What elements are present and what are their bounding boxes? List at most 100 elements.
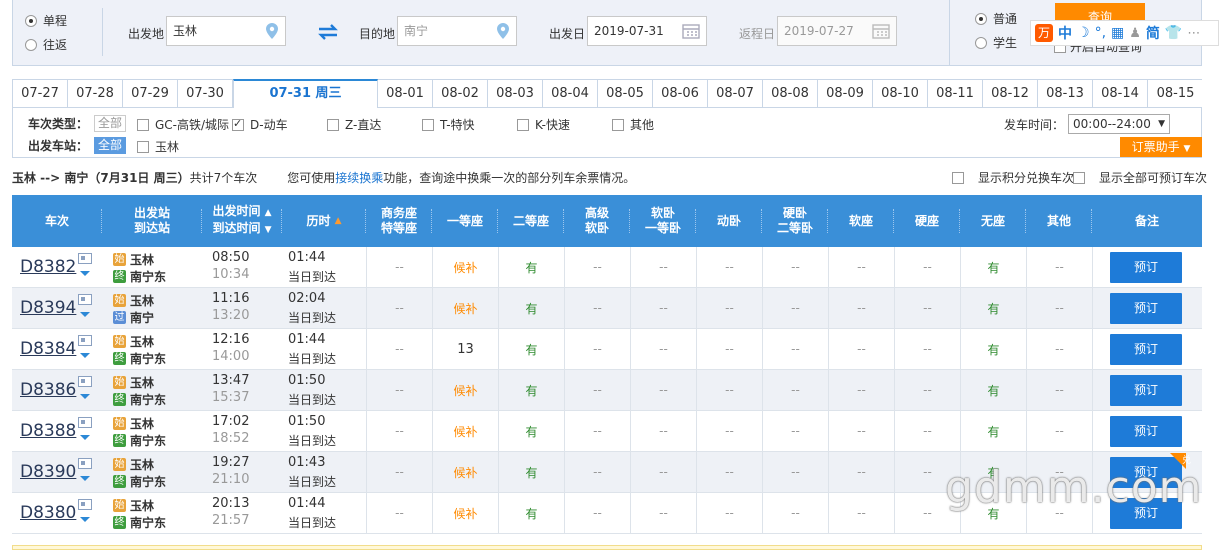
date-tab[interactable]: 08-05 [598, 80, 653, 107]
no-seat[interactable]: 有 [960, 247, 1026, 287]
first-class-seat[interactable]: 候补 [432, 247, 498, 287]
train-number-link[interactable]: D8390 [20, 462, 76, 482]
radio-dot[interactable] [25, 38, 37, 51]
train-info-icon[interactable] [78, 294, 92, 305]
train-number-link[interactable]: D8394 [20, 298, 76, 318]
checkbox[interactable] [517, 118, 529, 131]
radio-dot[interactable] [25, 14, 37, 27]
ime-user-icon[interactable]: ♟ [1129, 26, 1141, 41]
no-seat[interactable]: 有 [960, 411, 1026, 451]
second-class-seat[interactable]: 有 [498, 370, 564, 410]
second-class-seat[interactable]: 有 [498, 493, 564, 533]
date-tab[interactable]: 08-06 [653, 80, 708, 107]
ticket-student-radio[interactable]: 学生 [975, 34, 1017, 51]
second-class-seat[interactable]: 有 [498, 247, 564, 287]
date-tab[interactable]: 08-03 [488, 80, 543, 107]
ime-skin-icon[interactable]: 👕 [1165, 25, 1182, 41]
train-info-icon[interactable] [78, 499, 92, 510]
date-tab[interactable]: 07-30 [178, 80, 233, 107]
ticket-helper-button[interactable]: 订票助手 ▼ [1120, 137, 1202, 157]
expand-arrow-icon[interactable] [80, 517, 90, 522]
second-class-seat[interactable]: 有 [498, 411, 564, 451]
train-info-icon[interactable] [78, 335, 92, 346]
no-seat[interactable]: 有 [960, 288, 1026, 328]
return-date-input[interactable]: 2019-07-27 [777, 16, 897, 46]
ime-keyboard-icon[interactable]: ▦ [1111, 25, 1124, 41]
expand-arrow-icon[interactable] [80, 435, 90, 440]
ime-more-icon[interactable]: ⋯ [1187, 26, 1200, 41]
col-duration[interactable]: 历时 ▲ [282, 195, 366, 247]
date-tab[interactable]: 08-02 [433, 80, 488, 107]
date-tab[interactable]: 07-28 [68, 80, 123, 107]
first-class-seat[interactable]: 候补 [432, 411, 498, 451]
depart-time-select[interactable]: 00:00--24:00 [1068, 114, 1170, 134]
date-tab[interactable]: 08-13 [1038, 80, 1093, 107]
first-class-seat[interactable]: 候补 [432, 493, 498, 533]
second-class-seat[interactable]: 有 [498, 329, 564, 369]
ime-logo-icon[interactable]: 万 [1035, 24, 1053, 42]
depart-date-input[interactable]: 2019-07-31 [587, 16, 707, 46]
radio-dot[interactable] [975, 36, 987, 49]
checkbox[interactable] [137, 118, 149, 131]
filter-d[interactable]: D-动车 [232, 116, 288, 133]
book-button[interactable]: 预订 [1110, 375, 1182, 406]
calendar-icon[interactable] [682, 23, 700, 39]
train-type-all-button[interactable]: 全部 [94, 115, 127, 132]
date-tab[interactable]: 08-04 [543, 80, 598, 107]
train-number-link[interactable]: D8384 [20, 339, 76, 359]
checkbox[interactable] [612, 118, 624, 131]
sort-down-icon[interactable]: ▼ [265, 225, 272, 235]
filter-z[interactable]: Z-直达 [327, 116, 381, 133]
filter-t[interactable]: T-特快 [422, 116, 475, 133]
first-class-seat[interactable]: 13 [432, 329, 498, 369]
to-input[interactable]: 南宁 [397, 16, 517, 46]
radio-dot[interactable] [975, 12, 987, 25]
swap-stations-icon[interactable] [317, 24, 339, 40]
train-info-icon[interactable] [78, 376, 92, 387]
checkbox[interactable] [422, 118, 434, 131]
no-seat[interactable]: 有 [960, 370, 1026, 410]
train-info-icon[interactable] [78, 417, 92, 428]
date-tab[interactable]: 08-07 [708, 80, 763, 107]
ime-simplified-icon[interactable]: 简 [1146, 23, 1160, 43]
filter-other[interactable]: 其他 [612, 116, 654, 133]
train-number-link[interactable]: D8382 [20, 257, 76, 277]
date-tab[interactable]: 08-12 [983, 80, 1038, 107]
expand-arrow-icon[interactable] [80, 476, 90, 481]
show-all-bookable-checkbox[interactable]: 显示全部可预订车次 [1073, 169, 1207, 186]
sort-up-icon[interactable]: ▲ [265, 208, 272, 218]
train-number-link[interactable]: D8388 [20, 421, 76, 441]
checkbox[interactable] [137, 140, 149, 153]
checkbox[interactable] [327, 118, 339, 131]
station-all-button[interactable]: 全部 [94, 137, 127, 154]
expand-arrow-icon[interactable] [80, 353, 90, 358]
col-time[interactable]: 出发时间 ▲ 到达时间 ▼ [202, 195, 282, 247]
date-tab[interactable]: 08-10 [873, 80, 928, 107]
date-tab[interactable]: 08-14 [1093, 80, 1148, 107]
from-input[interactable]: 玉林 [166, 16, 286, 46]
checkbox[interactable] [232, 117, 244, 131]
date-tab[interactable]: 07-27 [13, 80, 68, 107]
date-tab[interactable]: 07-29 [123, 80, 178, 107]
ime-punct-icon[interactable]: °, [1095, 25, 1106, 41]
train-info-icon[interactable] [78, 458, 92, 469]
trip-roundtrip-radio[interactable]: 往返 [25, 36, 67, 53]
checkbox[interactable] [952, 171, 964, 184]
train-info-icon[interactable] [78, 253, 92, 264]
no-seat[interactable]: 有 [960, 329, 1026, 369]
date-tab[interactable]: 08-09 [818, 80, 873, 107]
expand-arrow-icon[interactable] [80, 394, 90, 399]
show-points-checkbox[interactable]: 显示积分兑换车次 [952, 169, 1074, 186]
ime-chinese-icon[interactable]: 中 [1058, 23, 1072, 43]
filter-gc[interactable]: GC-高铁/城际 [137, 116, 229, 133]
book-button[interactable]: 预订 [1110, 293, 1182, 324]
train-number-link[interactable]: D8380 [20, 503, 76, 523]
date-tab[interactable]: 08-08 [763, 80, 818, 107]
ime-moon-icon[interactable]: ☽ [1077, 25, 1090, 41]
filter-k[interactable]: K-快速 [517, 116, 570, 133]
second-class-seat[interactable]: 有 [498, 452, 564, 492]
book-button[interactable]: 预订 [1110, 416, 1182, 447]
calendar-icon[interactable] [872, 23, 890, 39]
trip-oneway-radio[interactable]: 单程 [25, 12, 67, 29]
expand-arrow-icon[interactable] [80, 312, 90, 317]
